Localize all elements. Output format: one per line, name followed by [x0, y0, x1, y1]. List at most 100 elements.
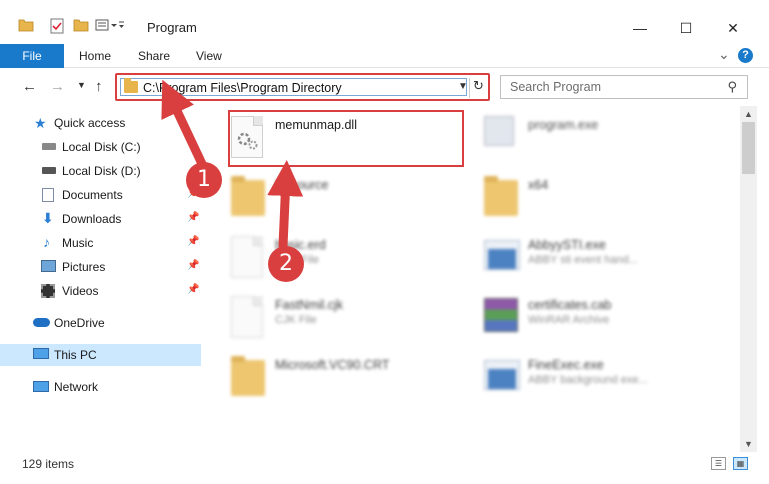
- file-name: FastNmil.cjk: [275, 298, 344, 312]
- exe-file-icon: [484, 240, 520, 270]
- navigation-pane: ★ Quick access Local Disk (C:) Local Dis…: [0, 106, 205, 452]
- file-highlight-box: [228, 110, 464, 167]
- quick-access-folder-icon[interactable]: [18, 18, 34, 36]
- folder-icon: [231, 176, 265, 216]
- file-type: ABBY background exe...: [528, 374, 648, 386]
- archive-file-icon: [484, 298, 518, 332]
- up-arrow-icon[interactable]: ↑: [95, 78, 103, 95]
- pin-icon[interactable]: 📌: [187, 212, 199, 223]
- minimize-button[interactable]: —: [617, 14, 663, 42]
- sidebar-item-downloads[interactable]: ⬇ Downloads 📌: [0, 208, 201, 230]
- address-bar[interactable]: C:\Program Files\Program Directory ▼ ↻: [115, 73, 490, 101]
- sidebar-item-label: Network: [54, 380, 99, 394]
- forward-arrow-icon[interactable]: →: [50, 78, 65, 95]
- sidebar-item-onedrive[interactable]: OneDrive: [0, 312, 201, 334]
- exe-file-icon: [484, 360, 520, 390]
- file-name: x64: [528, 178, 549, 192]
- file-item-microsoft-vc90-crt[interactable]: Microsoft.VC90.CRT: [205, 352, 445, 408]
- ribbon-collapse-chevron-icon[interactable]: ⌄: [718, 42, 730, 66]
- sidebar-item-music[interactable]: ♪ Music 📌: [0, 232, 201, 254]
- file-type: WinRAR Archive: [528, 314, 610, 326]
- sidebar-item-label: Pictures: [62, 260, 106, 274]
- tab-home[interactable]: Home: [79, 44, 111, 68]
- sidebar-item-local-disk-d[interactable]: Local Disk (D:): [0, 160, 201, 182]
- sidebar-item-label: Quick access: [54, 116, 126, 130]
- address-path[interactable]: C:\Program Files\Program Directory: [143, 81, 342, 95]
- recent-locations-chevron-icon[interactable]: ▼: [77, 80, 86, 90]
- window-title: Program: [147, 20, 197, 35]
- music-icon: ♪: [43, 234, 50, 250]
- pin-icon[interactable]: 📌: [187, 260, 199, 271]
- exe-file-icon: [484, 116, 514, 146]
- file-item-certificates-cab[interactable]: certificates.cab WinRAR Archive: [458, 292, 698, 348]
- file-name: FineExec.exe: [528, 358, 604, 372]
- sidebar-item-label: Downloads: [62, 212, 122, 226]
- sidebar-item-label: Local Disk (D:): [62, 164, 141, 178]
- tab-file[interactable]: File: [0, 44, 64, 68]
- sidebar-item-videos[interactable]: Videos 📌: [0, 280, 201, 302]
- step-badge-2: 2: [268, 246, 304, 282]
- title-bar: Program — ☐ ✕: [0, 0, 769, 42]
- ribbon-tabs: File Home Share View ⌄ ?: [0, 42, 769, 68]
- vertical-scrollbar[interactable]: ▲ ▼: [740, 106, 757, 452]
- network-icon: [33, 381, 49, 392]
- document-file-icon: [231, 236, 263, 278]
- file-item-program-exe[interactable]: program.exe: [458, 112, 698, 168]
- status-bar: 129 items ☰ ▦: [0, 452, 769, 484]
- address-inner: C:\Program Files\Program Directory ▼: [120, 78, 468, 96]
- pin-icon[interactable]: 📌: [187, 284, 199, 295]
- file-item-fastnmil-cjk[interactable]: FastNmil.cjk CJK File: [205, 292, 445, 348]
- tab-share[interactable]: Share: [138, 44, 170, 68]
- sidebar-item-quick-access[interactable]: ★ Quick access: [0, 112, 201, 134]
- search-input[interactable]: Search Program: [510, 80, 601, 94]
- file-item-abbyysti-exe[interactable]: AbbyySTI.exe ABBY sti event hand...: [458, 232, 698, 288]
- scroll-up-arrow-icon[interactable]: ▲: [740, 106, 757, 122]
- file-item-basic-erd[interactable]: basic.erd ERD File: [205, 232, 445, 288]
- drive-icon: [42, 167, 56, 174]
- videos-icon: [41, 284, 55, 298]
- file-name: Microsoft.VC90.CRT: [275, 358, 390, 372]
- properties-icon[interactable]: [50, 18, 66, 36]
- maximize-button[interactable]: ☐: [663, 14, 709, 42]
- scroll-thumb[interactable]: [742, 122, 755, 174]
- search-box[interactable]: Search Program ⚲: [500, 75, 748, 99]
- file-item-resource[interactable]: Resource: [205, 172, 445, 228]
- folder-icon: [484, 176, 518, 216]
- folder-icon: [231, 356, 265, 396]
- tab-view[interactable]: View: [196, 44, 222, 68]
- step-badge-1: 1: [186, 162, 222, 198]
- back-arrow-icon[interactable]: ←: [22, 78, 37, 95]
- sidebar-item-label: Local Disk (C:): [62, 140, 141, 154]
- sidebar-item-label: Documents: [62, 188, 123, 202]
- address-dropdown-chevron-icon[interactable]: ▼: [458, 81, 468, 92]
- sidebar-item-local-disk-c[interactable]: Local Disk (C:): [0, 136, 201, 158]
- customize-toolbar-icon[interactable]: [95, 18, 125, 36]
- address-row: ← → ▼ ↑ C:\Program Files\Program Directo…: [0, 69, 769, 105]
- sidebar-item-network[interactable]: Network: [0, 376, 201, 398]
- new-folder-icon[interactable]: [73, 18, 89, 36]
- scroll-down-arrow-icon[interactable]: ▼: [740, 436, 757, 452]
- cloud-icon: [33, 318, 50, 327]
- refresh-icon[interactable]: ↻: [469, 78, 487, 98]
- pin-icon[interactable]: 📌: [187, 236, 199, 247]
- star-icon: ★: [34, 115, 47, 131]
- close-button[interactable]: ✕: [710, 14, 756, 42]
- drive-icon: [42, 143, 56, 150]
- file-item-fineexec-exe[interactable]: FineExec.exe ABBY background exe...: [458, 352, 698, 408]
- sidebar-item-this-pc[interactable]: This PC: [0, 344, 201, 366]
- sidebar-item-label: OneDrive: [54, 316, 105, 330]
- large-icons-view-icon[interactable]: ▦: [733, 457, 748, 470]
- item-count: 129 items: [22, 457, 75, 471]
- sidebar-item-pictures[interactable]: Pictures 📌: [0, 256, 201, 278]
- file-item-x64[interactable]: x64: [458, 172, 698, 228]
- details-view-icon[interactable]: ☰: [711, 457, 726, 470]
- file-type: ABBY sti event hand...: [528, 254, 638, 266]
- sidebar-item-label: Music: [62, 236, 94, 250]
- sidebar-item-documents[interactable]: Documents 📌: [0, 184, 201, 206]
- file-name: certificates.cab: [528, 298, 612, 312]
- search-icon: ⚲: [727, 79, 737, 94]
- document-file-icon: [231, 296, 263, 338]
- pictures-icon: [41, 260, 56, 272]
- file-name: program.exe: [528, 118, 599, 132]
- help-icon[interactable]: ?: [738, 48, 753, 63]
